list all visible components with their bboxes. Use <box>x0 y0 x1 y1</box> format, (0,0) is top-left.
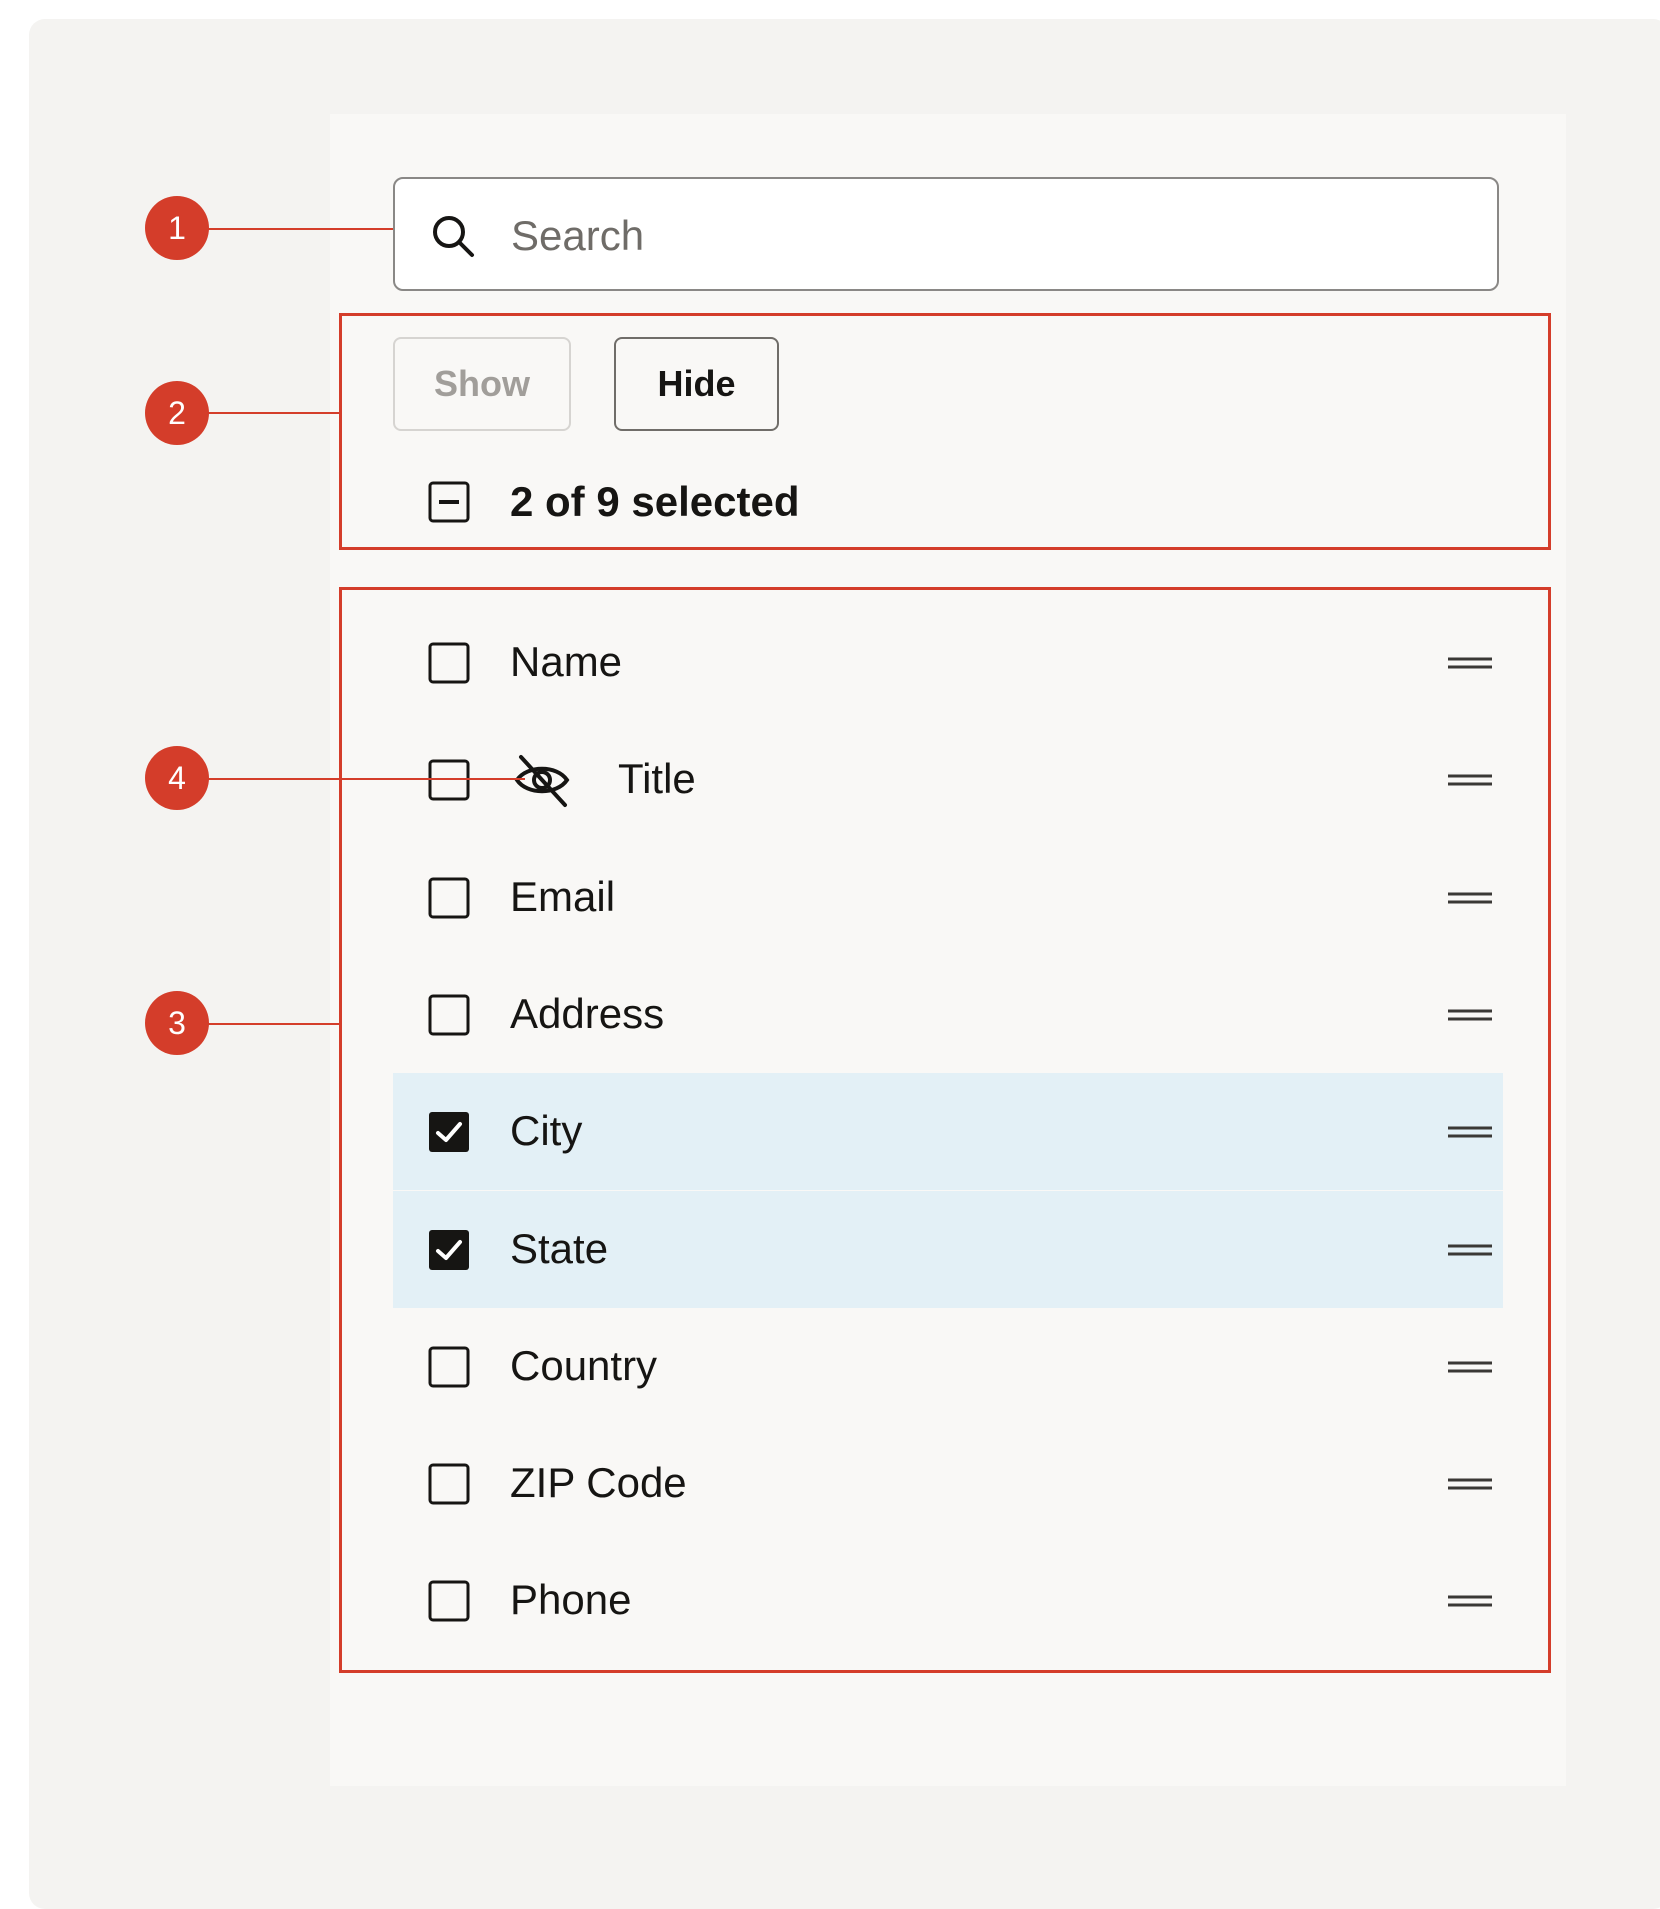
search-icon <box>433 216 474 257</box>
callout-line-4 <box>200 778 525 780</box>
callout-marker-4: 4 <box>145 746 209 810</box>
search-field[interactable] <box>393 177 1499 291</box>
callout-line-2 <box>200 412 339 414</box>
callout-marker-3: 3 <box>145 991 209 1055</box>
callout-marker-1: 1 <box>145 196 209 260</box>
callout-box-actions <box>339 313 1551 550</box>
callout-marker-2: 2 <box>145 381 209 445</box>
callout-line-3 <box>200 1023 339 1025</box>
search-input[interactable] <box>509 201 1463 271</box>
callout-box-list <box>339 587 1551 1673</box>
callout-line-1 <box>200 228 393 230</box>
